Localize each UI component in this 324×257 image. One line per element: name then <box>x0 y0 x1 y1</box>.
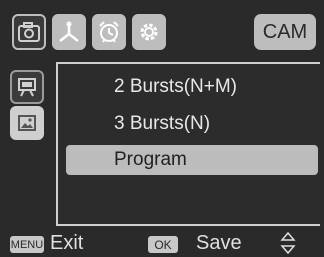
bottom-key-hints: MENU Exit OK Save <box>0 228 324 257</box>
tab-network[interactable] <box>52 14 86 50</box>
camera-settings-screen: CAM 2 Bursts(N+M) 3 Bursts(N) Program ME… <box>0 0 324 257</box>
top-tab-bar: CAM <box>0 0 324 62</box>
gear-icon <box>140 23 158 41</box>
network-icon <box>59 21 79 42</box>
camera-icon <box>18 22 40 42</box>
list-item-2-bursts[interactable]: 2 Bursts(N+M) <box>66 72 318 102</box>
side-item-slideshow[interactable] <box>10 70 44 104</box>
ok-key[interactable]: OK <box>148 236 178 253</box>
slideshow-icon <box>18 78 36 97</box>
list-item-3-bursts[interactable]: 3 Bursts(N) <box>66 109 318 139</box>
side-menu <box>0 62 56 228</box>
alarm-clock-icon <box>99 21 119 43</box>
mode-badge: CAM <box>254 14 316 50</box>
up-down-arrows-icon <box>280 232 296 254</box>
menu-key[interactable]: MENU <box>10 236 44 253</box>
list-item-program[interactable]: Program <box>66 145 318 175</box>
tab-alarm[interactable] <box>92 14 126 50</box>
burst-options-list: 2 Bursts(N+M) 3 Bursts(N) Program <box>56 62 320 226</box>
tab-settings[interactable] <box>132 14 166 50</box>
exit-label: Exit <box>50 232 84 254</box>
side-item-picture[interactable] <box>10 106 44 140</box>
save-label: Save <box>196 232 242 254</box>
tab-camera[interactable] <box>12 14 46 50</box>
picture-icon <box>18 115 36 131</box>
